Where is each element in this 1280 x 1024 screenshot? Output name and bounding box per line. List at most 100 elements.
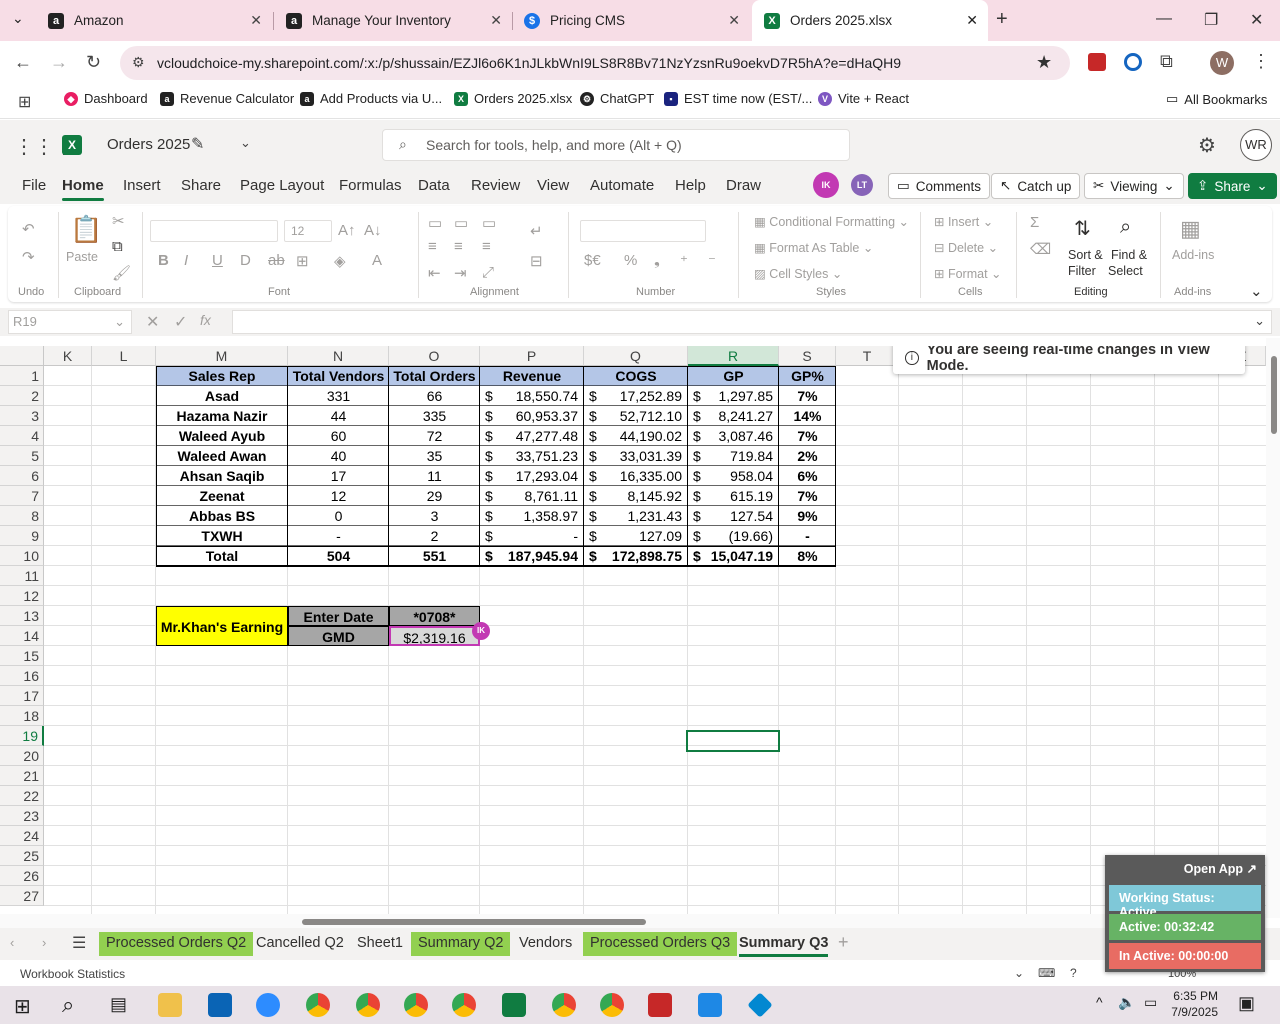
extensions-puzzle-icon[interactable]: ⧉ bbox=[1160, 51, 1173, 72]
autosum-icon[interactable]: Σ bbox=[1030, 214, 1039, 231]
currency-cell[interactable]: $172,898.75 bbox=[584, 546, 688, 566]
browser-menu-icon[interactable]: ⋮ bbox=[1252, 51, 1270, 72]
site-info-icon[interactable]: ⚙ bbox=[132, 54, 145, 71]
vendors-cell[interactable]: 44 bbox=[288, 406, 389, 426]
align-bottom-icon[interactable]: ▭ bbox=[482, 214, 496, 232]
active-cell-selection[interactable] bbox=[686, 730, 780, 752]
decrease-decimal-icon[interactable]: ⁻ bbox=[708, 252, 716, 270]
viewing-mode-button[interactable]: ✂ Viewing ⌄ bbox=[1084, 173, 1184, 199]
number-format-select[interactable] bbox=[580, 220, 706, 242]
zoom-app-icon[interactable] bbox=[256, 993, 280, 1017]
row-header[interactable]: 2 bbox=[0, 386, 44, 406]
profile-avatar[interactable]: W bbox=[1210, 51, 1234, 75]
minimize-icon[interactable]: — bbox=[1156, 10, 1172, 28]
calculator-icon[interactable] bbox=[698, 993, 722, 1017]
increase-font-icon[interactable]: A↑ bbox=[338, 222, 356, 239]
row-header[interactable]: 23 bbox=[0, 806, 44, 826]
table-header-cell[interactable]: Total Orders bbox=[389, 366, 480, 386]
table-header-cell[interactable]: GP bbox=[688, 366, 779, 386]
gmd-value-cell[interactable]: $2,319.16 bbox=[389, 626, 480, 646]
currency-cell[interactable]: $958.04 bbox=[688, 466, 779, 486]
bookmark-star-icon[interactable]: ★ bbox=[1036, 52, 1052, 73]
currency-cell[interactable]: $8,145.92 bbox=[584, 486, 688, 506]
orders-cell[interactable]: 66 bbox=[389, 386, 480, 406]
orders-cell[interactable]: 3 bbox=[389, 506, 480, 526]
browser-tab-orders[interactable]: X Orders 2025.xlsx ✕ bbox=[752, 0, 988, 41]
orders-cell[interactable]: 335 bbox=[389, 406, 480, 426]
row-header[interactable]: 26 bbox=[0, 866, 44, 886]
clock-time[interactable]: 6:35 PM bbox=[1172, 989, 1218, 1003]
currency-cell[interactable]: $17,252.89 bbox=[584, 386, 688, 406]
row-header[interactable]: 13 bbox=[0, 606, 44, 626]
table-header-cell[interactable]: COGS bbox=[584, 366, 688, 386]
volume-icon[interactable]: 🔈 bbox=[1118, 994, 1135, 1011]
format-painter-icon[interactable]: 🖌 bbox=[112, 264, 131, 282]
row-header[interactable]: 7 bbox=[0, 486, 44, 506]
row-header[interactable]: 27 bbox=[0, 886, 44, 906]
currency-cell[interactable]: $16,335.00 bbox=[584, 466, 688, 486]
sort-filter-label-2[interactable]: Filter bbox=[1068, 264, 1096, 278]
apps-grid-icon[interactable]: ⊞ bbox=[18, 92, 31, 112]
bookmark-item[interactable]: ⚙ ChatGPT bbox=[580, 91, 654, 106]
chrome-icon[interactable] bbox=[600, 993, 624, 1017]
percent-icon[interactable]: % bbox=[624, 252, 637, 269]
chevron-down-icon[interactable]: ⌄ bbox=[1014, 966, 1024, 980]
column-header[interactable]: S bbox=[779, 346, 836, 366]
currency-cell[interactable]: $1,231.43 bbox=[584, 506, 688, 526]
file-name[interactable]: Orders 2025 bbox=[107, 136, 190, 153]
tab-help[interactable]: Help bbox=[675, 177, 706, 194]
total-cell[interactable]: 551 bbox=[389, 546, 480, 566]
currency-cell[interactable]: $18,550.74 bbox=[480, 386, 584, 406]
sheet-tab[interactable]: Processed Orders Q2 bbox=[99, 932, 254, 956]
orders-cell[interactable]: 35 bbox=[389, 446, 480, 466]
gp-percent-cell[interactable]: 14% bbox=[779, 406, 836, 426]
sales-rep-cell[interactable]: Asad bbox=[156, 386, 288, 406]
earning-title-cell[interactable]: Mr.Khan's Earning bbox=[156, 606, 288, 646]
sales-rep-cell[interactable]: Zeenat bbox=[156, 486, 288, 506]
column-header[interactable]: N bbox=[288, 346, 389, 366]
all-sheets-menu-icon[interactable]: ☰ bbox=[72, 933, 86, 953]
gp-percent-cell[interactable]: - bbox=[779, 526, 836, 546]
chrome-icon[interactable] bbox=[552, 993, 576, 1017]
row-header[interactable]: 10 bbox=[0, 546, 44, 566]
column-header[interactable]: R bbox=[688, 346, 779, 366]
outlook-icon[interactable] bbox=[208, 993, 232, 1017]
browser-tab-inventory[interactable]: a Manage Your Inventory ✕ bbox=[274, 0, 512, 41]
merge-center-icon[interactable]: ⊟ bbox=[530, 252, 543, 270]
cancel-entry-icon[interactable]: ✕ bbox=[146, 312, 159, 332]
row-header[interactable]: 15 bbox=[0, 646, 44, 666]
align-center-icon[interactable]: ≡ bbox=[454, 238, 463, 255]
row-header[interactable]: 9 bbox=[0, 526, 44, 546]
currency-cell[interactable]: $615.19 bbox=[688, 486, 779, 506]
all-bookmarks[interactable]: ▭ All Bookmarks bbox=[1166, 91, 1267, 107]
conditional-formatting-button[interactable]: ▦ Conditional Formatting ⌄ bbox=[754, 214, 909, 229]
search-box[interactable]: ⌕ Search for tools, help, and more (Alt … bbox=[382, 129, 850, 161]
tab-formulas[interactable]: Formulas bbox=[339, 177, 402, 194]
extension-icon[interactable] bbox=[1124, 53, 1142, 71]
select-all-corner[interactable] bbox=[0, 346, 44, 366]
add-ins-label[interactable]: Add-ins bbox=[1172, 248, 1214, 262]
ribbon-expand-icon[interactable]: ⌄ bbox=[1250, 282, 1263, 300]
start-windows-icon[interactable]: ⊞ bbox=[14, 994, 31, 1019]
increase-indent-icon[interactable]: ⇥ bbox=[454, 264, 467, 282]
comments-button[interactable]: ▭ Comments bbox=[888, 173, 991, 199]
vendors-cell[interactable]: 12 bbox=[288, 486, 389, 506]
borders-icon[interactable]: ⊞ bbox=[296, 252, 309, 270]
column-header[interactable]: P bbox=[480, 346, 584, 366]
total-cell[interactable]: 8% bbox=[779, 546, 836, 566]
currency-cell[interactable]: $60,953.37 bbox=[480, 406, 584, 426]
orientation-icon[interactable]: ⤢ bbox=[482, 264, 494, 281]
currency-cell[interactable]: $44,190.02 bbox=[584, 426, 688, 446]
excel-icon[interactable] bbox=[502, 993, 526, 1017]
total-label-cell[interactable]: Total bbox=[156, 546, 288, 566]
total-cell[interactable]: 504 bbox=[288, 546, 389, 566]
vendors-cell[interactable]: 40 bbox=[288, 446, 389, 466]
sort-filter-icon[interactable]: ⇅ bbox=[1074, 216, 1091, 241]
formula-input[interactable]: ⌄ bbox=[232, 310, 1272, 334]
column-header[interactable]: L bbox=[92, 346, 156, 366]
chrome-icon[interactable] bbox=[452, 993, 476, 1017]
tab-view[interactable]: View bbox=[537, 177, 569, 194]
currency-cell[interactable]: $8,761.11 bbox=[480, 486, 584, 506]
currency-cell[interactable]: $33,751.23 bbox=[480, 446, 584, 466]
row-header[interactable]: 1 bbox=[0, 366, 44, 386]
